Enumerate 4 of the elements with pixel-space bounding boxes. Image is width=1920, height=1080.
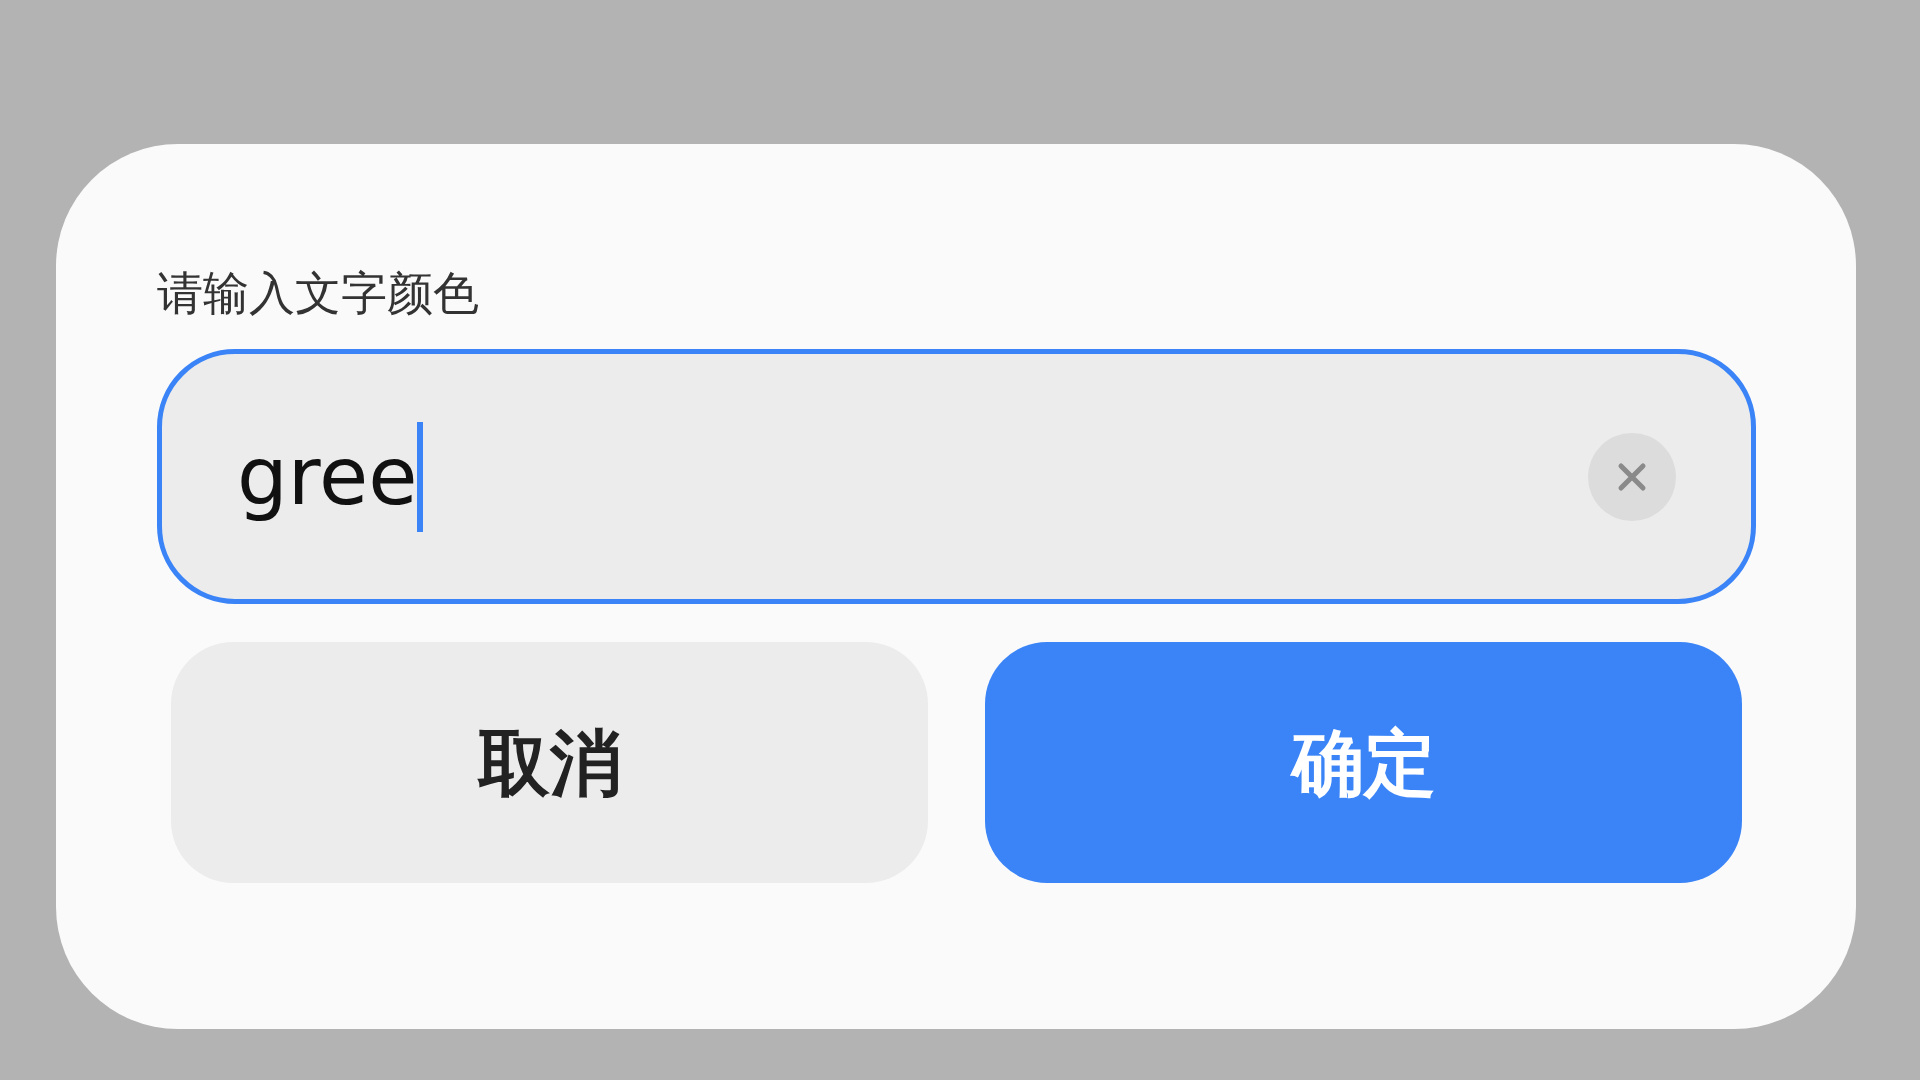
cancel-button[interactable]: 取消 bbox=[171, 642, 928, 884]
confirm-button[interactable]: 确定 bbox=[985, 642, 1742, 884]
input-field[interactable]: gree bbox=[157, 349, 1756, 605]
field-label: 请输入文字颜色 bbox=[157, 266, 479, 322]
